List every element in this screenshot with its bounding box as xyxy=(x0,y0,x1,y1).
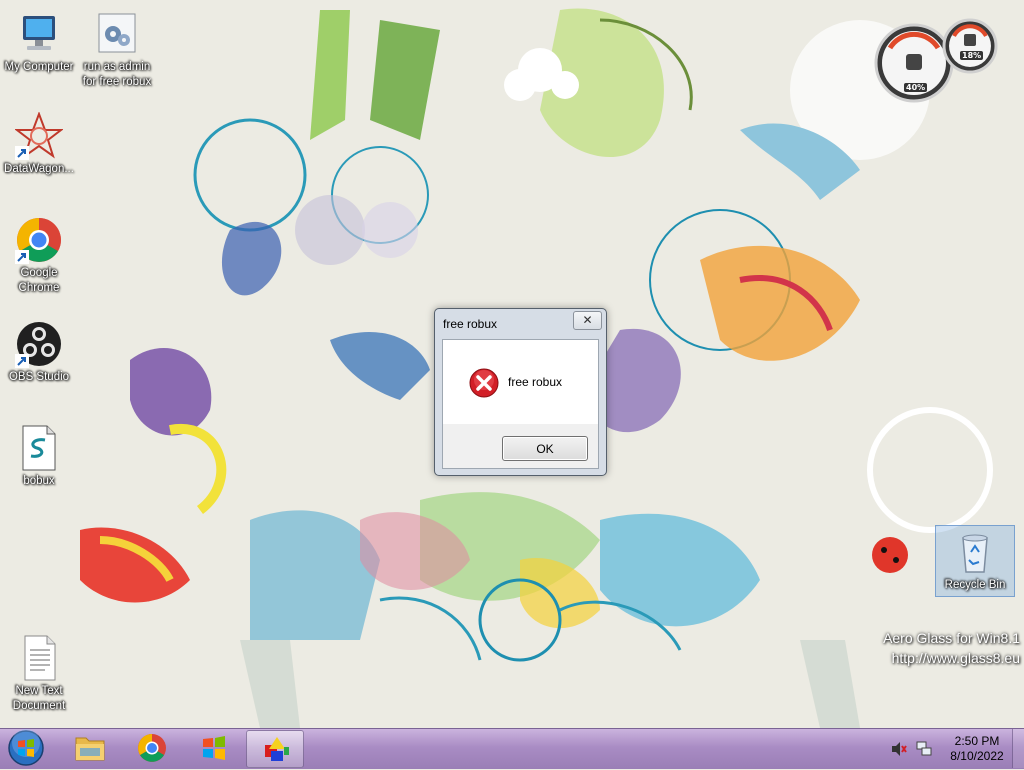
clock-date: 8/10/2022 xyxy=(950,749,1004,763)
cpu-usage-value: 40% xyxy=(904,83,928,92)
desktop-icon-datawagon[interactable]: DataWagon... xyxy=(0,111,78,177)
desktop-icon-label: OBS Studio xyxy=(8,371,70,383)
show-desktop-button[interactable] xyxy=(1012,729,1024,768)
script-file-icon xyxy=(15,424,63,472)
app-shapes-icon xyxy=(265,737,289,761)
taskbar-clock[interactable]: 2:50 PM 8/10/2022 xyxy=(942,734,1012,764)
message-box-dialog: free robux ✕ free robux OK xyxy=(434,308,607,476)
desktop-icon-recycle-bin[interactable]: Recycle Bin xyxy=(936,528,1014,593)
desktop-icon-label: bobux xyxy=(23,475,55,487)
chrome-icon xyxy=(138,734,166,762)
desktop-icon-label: Recycle Bin xyxy=(944,579,1006,591)
desktop-icon-label: run as admin for free robux xyxy=(82,61,152,88)
computer-icon xyxy=(15,10,63,58)
volume-muted-icon[interactable] xyxy=(890,740,908,758)
dialog-message: free robux xyxy=(508,375,563,389)
dialog-close-button[interactable]: ✕ xyxy=(573,311,602,330)
cpu-meter-gadget[interactable]: 40% 18% xyxy=(872,8,1002,103)
taskbar-app-button[interactable] xyxy=(246,730,304,768)
chrome-icon xyxy=(15,216,63,264)
start-button[interactable] xyxy=(6,729,46,767)
error-icon xyxy=(469,368,499,398)
taskbar-file-explorer-button[interactable] xyxy=(62,730,118,766)
windows-orb-icon xyxy=(8,729,44,766)
desktop-icon-google-chrome[interactable]: Google Chrome xyxy=(0,216,78,296)
network-icon[interactable] xyxy=(915,740,933,758)
taskbar-chrome-button[interactable] xyxy=(124,730,180,766)
dialog-body: free robux OK xyxy=(442,339,599,469)
watermark-url: http://www.glass8.eu xyxy=(891,650,1020,666)
windows-logo-icon xyxy=(203,736,225,760)
desktop-icon-obs-studio[interactable]: OBS Studio xyxy=(0,320,78,385)
desktop-icon-free-robux-script[interactable]: run as admin for free robux xyxy=(78,10,156,90)
desktop-icon-label: My Computer xyxy=(4,61,74,73)
dialog-title: free robux xyxy=(443,317,498,331)
recycle-bin-icon xyxy=(951,528,999,576)
folder-icon xyxy=(75,737,105,761)
clock-time: 2:50 PM xyxy=(954,734,1000,748)
script-gear-icon xyxy=(93,10,141,58)
shortcut-arrow-icon xyxy=(15,146,29,160)
shortcut-arrow-icon xyxy=(15,250,29,264)
desktop-icon-label: Google Chrome xyxy=(18,267,60,294)
taskbar-windows-button[interactable] xyxy=(186,730,242,766)
ok-button[interactable]: OK xyxy=(502,436,588,461)
datawagon-icon xyxy=(14,111,64,160)
desktop-icon-label: DataWagon... xyxy=(4,163,74,175)
desktop-icon-bobux[interactable]: bobux xyxy=(0,424,78,489)
text-document-icon xyxy=(15,634,63,682)
shortcut-arrow-icon xyxy=(15,354,29,368)
obs-icon xyxy=(15,320,63,368)
aero-glass-watermark: Aero Glass for Win8.1 http://www.glass8.… xyxy=(883,628,1020,668)
watermark-line1: Aero Glass for Win8.1 xyxy=(883,630,1020,646)
desktop-icon-label: New Text Document xyxy=(12,685,66,712)
desktop-icon-new-text-document[interactable]: New Text Document xyxy=(0,634,78,714)
desktop-icon-my-computer[interactable]: My Computer xyxy=(0,10,78,75)
memory-usage-value: 18% xyxy=(960,51,984,60)
